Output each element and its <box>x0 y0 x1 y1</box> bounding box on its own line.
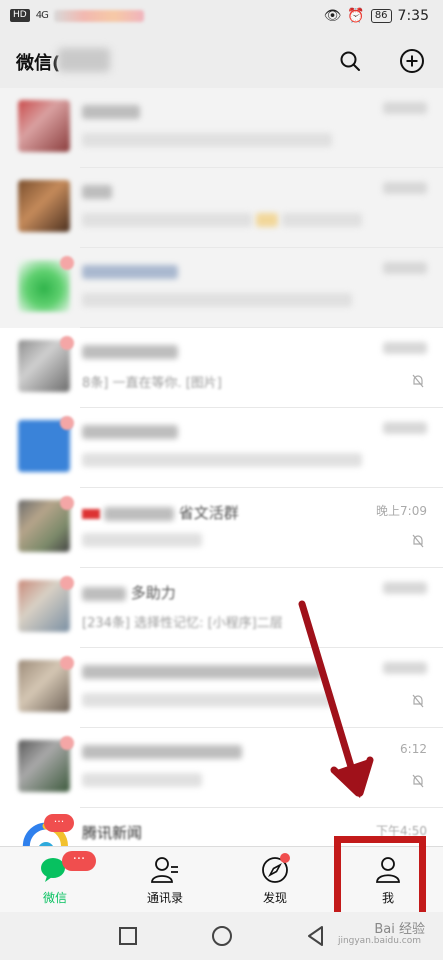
recents-square-icon[interactable] <box>116 924 140 948</box>
chat-time <box>383 102 427 117</box>
chat-preview <box>82 292 352 307</box>
chat-name-blurred <box>82 742 242 760</box>
chats-badge: ··· <box>62 851 96 871</box>
chat-time <box>383 582 427 597</box>
unread-dot <box>60 496 74 510</box>
chat-preview <box>82 692 332 707</box>
unread-dot <box>60 416 74 430</box>
chat-row[interactable] <box>0 168 443 248</box>
chat-name-blurred <box>82 342 178 360</box>
unread-badge: ··· <box>44 814 74 832</box>
mute-bell-icon <box>412 534 424 548</box>
chat-time <box>383 422 427 437</box>
chat-preview <box>82 772 202 787</box>
chat-row[interactable] <box>0 408 443 488</box>
chat-row[interactable] <box>0 88 443 168</box>
chat-row[interactable]: 多助力 [234条] 选择性记忆: [小程序]二层 <box>0 568 443 648</box>
add-button[interactable] <box>396 45 428 77</box>
chat-row[interactable] <box>0 248 443 328</box>
chat-name: 腾讯新闻 <box>82 824 143 842</box>
chat-time: 6:12 <box>400 742 427 756</box>
page-title: 微信( <box>16 53 61 74</box>
status-bar: HD 4G 👁 ⏰ 86 7:35 <box>0 0 443 34</box>
tab-label: 微信 <box>42 891 67 905</box>
tab-contacts[interactable]: 通讯录 <box>110 847 220 913</box>
status-left: HD 4G <box>10 9 144 22</box>
mute-bell-icon <box>412 374 424 388</box>
chat-preview: [234条] 选择性记忆: [小程序]二层 <box>82 616 283 631</box>
chat-name-blurred <box>82 422 178 440</box>
annotation-highlight-box <box>334 836 426 922</box>
notification-icons-blurred <box>53 9 144 22</box>
chat-preview <box>82 452 362 467</box>
unread-dot <box>60 336 74 350</box>
unread-dot <box>60 736 74 750</box>
app-header: 微信( <box>0 34 443 88</box>
mute-bell-icon <box>412 774 424 788</box>
chat-row[interactable]: 6:12 <box>0 728 443 808</box>
chat-name-blurred <box>82 102 140 120</box>
hd-indicator: HD <box>10 9 30 22</box>
clock: 7:35 <box>397 8 429 24</box>
chat-list[interactable]: 8条] 一直在等你. [图片] 省文活群 晚上7:09 多助力 [234条] 选… <box>0 88 443 846</box>
watermark: Bai 经验 <box>374 922 425 937</box>
avatar <box>18 100 70 152</box>
contacts-icon <box>150 855 180 885</box>
chat-time <box>383 262 427 277</box>
eye-icon: 👁 <box>323 8 342 24</box>
chat-name: 多助力 <box>82 582 176 602</box>
chat-row[interactable] <box>0 648 443 728</box>
chat-time: 晚上7:09 <box>376 504 427 518</box>
tab-label: 通讯录 <box>146 891 183 905</box>
tab-chats[interactable]: ··· 微信 <box>0 847 110 913</box>
chat-name: 省文活群 <box>82 502 239 522</box>
chat-row[interactable]: 8条] 一直在等你. [图片] <box>0 328 443 408</box>
chat-time <box>383 342 427 357</box>
unread-dot <box>60 656 74 670</box>
signal-indicator: 4G <box>35 10 49 21</box>
back-triangle-icon[interactable] <box>304 924 328 948</box>
chat-preview <box>82 212 363 227</box>
chat-time <box>383 182 427 197</box>
status-right: 👁 ⏰ 86 7:35 <box>324 8 429 24</box>
chat-preview <box>82 132 332 147</box>
alarm-icon: ⏰ <box>347 8 365 24</box>
avatar <box>18 180 70 232</box>
search-button[interactable] <box>334 45 366 77</box>
battery-level: 86 <box>370 9 392 23</box>
mute-bell-icon <box>412 694 424 708</box>
search-icon <box>340 51 360 71</box>
unread-count-blurred <box>58 48 110 72</box>
chat-name-blurred <box>82 662 322 680</box>
tab-label: 发现 <box>262 891 287 905</box>
home-circle-icon[interactable] <box>210 924 234 948</box>
chat-name-blurred <box>82 262 178 280</box>
chat-preview <box>82 532 202 547</box>
chat-row[interactable]: 省文活群 晚上7:09 <box>0 488 443 568</box>
unread-dot <box>60 576 74 590</box>
watermark-url: jingyan.baidu.com <box>337 936 421 946</box>
chat-preview: 8条] 一直在等你. [图片] <box>82 376 222 391</box>
chat-time <box>383 662 427 677</box>
plus-circle-icon <box>400 49 424 73</box>
discover-dot <box>280 853 290 863</box>
chat-name-blurred <box>82 182 112 200</box>
tab-discover[interactable]: 发现 <box>220 847 330 913</box>
unread-dot <box>60 256 74 270</box>
